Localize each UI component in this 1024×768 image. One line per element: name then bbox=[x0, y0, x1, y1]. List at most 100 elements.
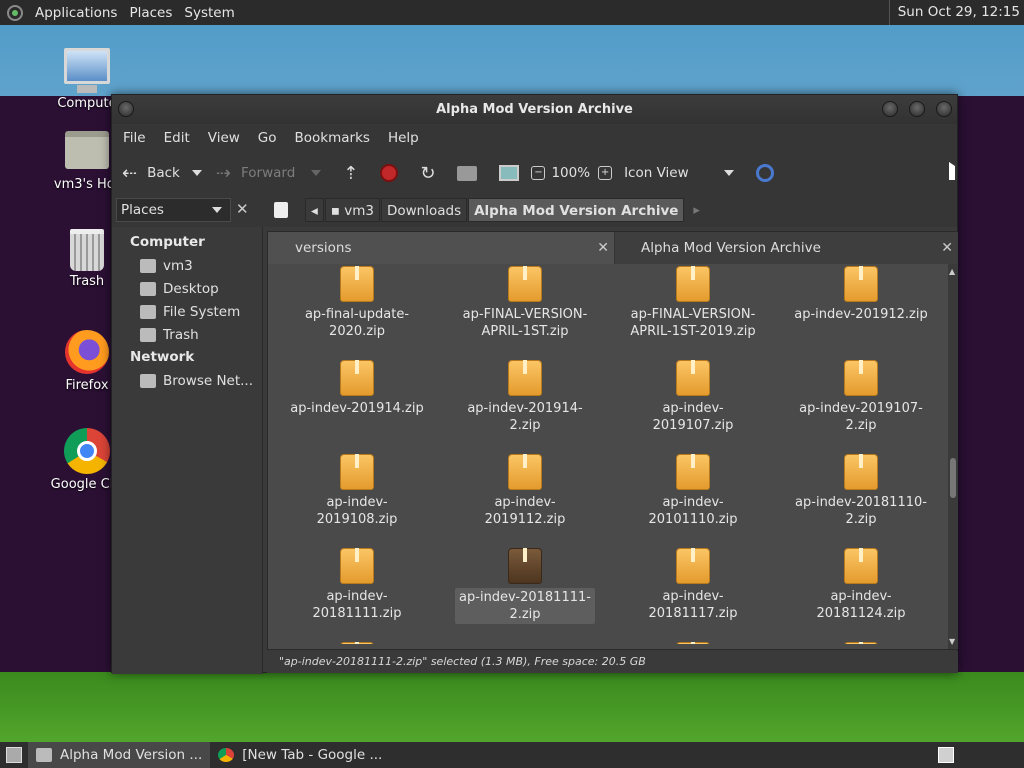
show-desktop-icon[interactable] bbox=[6, 747, 22, 763]
places-sidebar: Computer vm3 Desktop File System Trash N… bbox=[112, 227, 263, 674]
window-titlebar[interactable]: Alpha Mod Version Archive bbox=[112, 95, 957, 124]
menu-file[interactable]: File bbox=[116, 130, 157, 146]
minimize-button[interactable] bbox=[882, 101, 898, 117]
mate-logo-icon[interactable] bbox=[7, 4, 23, 21]
zoom-out-icon[interactable]: − bbox=[531, 166, 546, 180]
breadcrumb-left-icon[interactable]: ◂ bbox=[305, 198, 324, 222]
home-icon[interactable] bbox=[457, 165, 478, 181]
trash-icon bbox=[70, 229, 104, 271]
archive-icon bbox=[676, 360, 710, 396]
scrollbar-thumb[interactable] bbox=[950, 458, 956, 498]
file-item-selected[interactable]: ap-indev-20181111-2.zip bbox=[450, 548, 600, 624]
archive-icon bbox=[340, 454, 374, 490]
archive-icon bbox=[508, 266, 542, 302]
clock[interactable]: Sun Oct 29, 12:15 bbox=[888, 0, 1020, 25]
file-item[interactable]: ap-indev-20181124.zip bbox=[786, 548, 936, 622]
file-view-pane: versions ✕ Alpha Mod Version Archive ✕ a… bbox=[267, 231, 958, 650]
back-history-dropdown-icon[interactable] bbox=[191, 170, 202, 176]
back-button[interactable]: ⇠ Back bbox=[122, 163, 180, 184]
top-panel: Applications Places System Sun Oct 29, 1… bbox=[0, 0, 1024, 25]
edit-location-icon[interactable] bbox=[274, 202, 288, 218]
archive-icon bbox=[340, 360, 374, 396]
up-arrow-icon[interactable]: ⇡ bbox=[343, 163, 358, 184]
file-item[interactable]: ap-FINAL-VERSION-APRIL-1ST-2019.zip bbox=[618, 266, 768, 340]
breadcrumb-downloads[interactable]: Downloads bbox=[380, 198, 468, 222]
file-item[interactable]: ap-indev-2019107-2.zip bbox=[786, 360, 936, 434]
archive-icon bbox=[508, 454, 542, 490]
menu-go[interactable]: Go bbox=[251, 130, 288, 146]
scroll-down-icon[interactable]: ▼ bbox=[949, 637, 955, 646]
trash-icon bbox=[140, 327, 156, 342]
folder-icon bbox=[36, 748, 52, 762]
menu-view[interactable]: View bbox=[201, 130, 251, 146]
breadcrumb-current[interactable]: Alpha Mod Version Archive bbox=[468, 198, 685, 222]
applications-menu[interactable]: Applications bbox=[29, 5, 123, 21]
window-menu-button[interactable] bbox=[118, 101, 134, 117]
location-bar: Places ✕ ◂ ▪ vm3 Downloads Alpha Mod Ver… bbox=[112, 194, 957, 227]
file-item[interactable] bbox=[786, 642, 936, 644]
file-item[interactable] bbox=[618, 642, 768, 644]
menu-bookmarks[interactable]: Bookmarks bbox=[288, 130, 381, 146]
file-item[interactable]: ap-indev-2019112.zip bbox=[450, 454, 600, 528]
view-mode-dropdown-icon[interactable] bbox=[724, 170, 735, 176]
file-item[interactable]: ap-indev-2019108.zip bbox=[282, 454, 432, 528]
zoom-in-icon[interactable]: + bbox=[598, 166, 613, 180]
menu-help[interactable]: Help bbox=[381, 130, 430, 146]
archive-icon bbox=[844, 360, 878, 396]
file-item[interactable] bbox=[282, 642, 432, 644]
reload-icon[interactable]: ↻ bbox=[420, 163, 435, 184]
search-icon[interactable] bbox=[756, 164, 775, 182]
close-tab-icon[interactable]: ✕ bbox=[597, 232, 609, 264]
file-item[interactable]: ap-indev-20181111.zip bbox=[282, 548, 432, 622]
forward-history-dropdown-icon[interactable] bbox=[311, 170, 322, 176]
bottom-panel: Alpha Mod Version ... [New Tab - Google … bbox=[0, 742, 1024, 768]
tab-alpha-mod-version-archive[interactable]: Alpha Mod Version Archive ✕ bbox=[615, 232, 958, 264]
archive-icon bbox=[508, 360, 542, 396]
sidebar-heading-computer: Computer bbox=[130, 234, 205, 250]
sidebar-item-vm3[interactable]: vm3 bbox=[112, 254, 262, 277]
sidebar-item-browse-network[interactable]: Browse Net... bbox=[112, 369, 262, 392]
task-file-manager[interactable]: Alpha Mod Version ... bbox=[28, 742, 211, 768]
network-icon bbox=[140, 373, 156, 388]
menu-edit[interactable]: Edit bbox=[157, 130, 201, 146]
archive-icon bbox=[676, 266, 710, 302]
tab-versions[interactable]: versions ✕ bbox=[268, 232, 614, 264]
computer-icon bbox=[64, 48, 110, 93]
file-item[interactable]: ap-indev-2019107.zip bbox=[618, 360, 768, 434]
view-mode-select[interactable]: Icon View bbox=[624, 165, 724, 181]
workspace-switcher[interactable] bbox=[938, 747, 954, 763]
close-button[interactable] bbox=[936, 101, 952, 117]
file-item[interactable]: ap-indev-20181117.zip bbox=[618, 548, 768, 622]
computer-icon[interactable] bbox=[499, 165, 520, 181]
vertical-scrollbar[interactable]: ▲ ▼ bbox=[948, 264, 958, 649]
system-menu[interactable]: System bbox=[178, 5, 240, 21]
file-item[interactable]: ap-indev-20101110.zip bbox=[618, 454, 768, 528]
task-chrome[interactable]: [New Tab - Google ... bbox=[210, 742, 390, 768]
file-grid: ap-final-update-2020.zip ap-FINAL-VERSIO… bbox=[272, 264, 942, 644]
file-item[interactable]: ap-indev-20181110-2.zip bbox=[786, 454, 936, 528]
breadcrumb-right-icon[interactable]: ▸ bbox=[693, 203, 700, 218]
archive-icon bbox=[844, 548, 878, 584]
sidebar-pane-select[interactable]: Places bbox=[116, 198, 231, 222]
sidebar-item-trash[interactable]: Trash bbox=[112, 323, 262, 346]
stop-icon[interactable] bbox=[380, 164, 399, 182]
archive-icon bbox=[676, 548, 710, 584]
file-item[interactable]: ap-indev-201914.zip bbox=[282, 360, 432, 417]
scroll-up-icon[interactable]: ▲ bbox=[949, 267, 955, 276]
file-item[interactable]: ap-FINAL-VERSION-APRIL-1ST.zip bbox=[450, 266, 600, 340]
file-item[interactable]: ap-final-update-2020.zip bbox=[282, 266, 432, 340]
archive-icon bbox=[508, 548, 542, 584]
places-menu[interactable]: Places bbox=[123, 5, 178, 21]
tab-bar: versions ✕ Alpha Mod Version Archive ✕ bbox=[268, 232, 958, 264]
file-item[interactable]: ap-indev-201914-2.zip bbox=[450, 360, 600, 434]
breadcrumb-vm3[interactable]: ▪ vm3 bbox=[324, 198, 380, 222]
archive-icon bbox=[844, 454, 878, 490]
chevron-down-icon bbox=[212, 207, 222, 213]
close-tab-icon[interactable]: ✕ bbox=[941, 232, 953, 264]
sidebar-item-desktop[interactable]: Desktop bbox=[112, 277, 262, 300]
close-sidebar-icon[interactable]: ✕ bbox=[236, 200, 249, 218]
forward-button[interactable]: ⇢ Forward bbox=[216, 163, 295, 184]
maximize-button[interactable] bbox=[909, 101, 925, 117]
file-item[interactable]: ap-indev-201912.zip bbox=[786, 266, 936, 323]
sidebar-item-file-system[interactable]: File System bbox=[112, 300, 262, 323]
